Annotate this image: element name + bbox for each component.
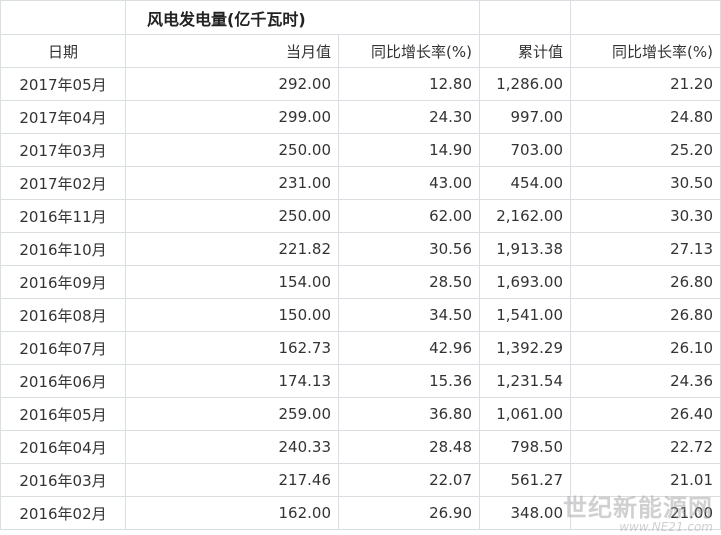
row-monthly-value: 231.00 — [125, 166, 339, 200]
table-row: 2017年03月 250.00 14.90 703.00 25.20 — [0, 133, 721, 167]
row-cumulative-value: 798.50 — [479, 430, 572, 464]
header-cumulative-yoy: 同比增长率(%) — [570, 34, 721, 68]
row-cumulative-value: 1,541.00 — [479, 298, 572, 332]
table-row: 2016年06月 174.13 15.36 1,231.54 24.36 — [0, 364, 721, 398]
table-row: 2016年04月 240.33 28.48 798.50 22.72 — [0, 430, 721, 464]
row-date: 2016年08月 — [0, 298, 126, 332]
row-monthly-yoy: 22.07 — [337, 463, 481, 497]
row-cumulative-value: 1,061.00 — [479, 397, 572, 431]
table-body: 风电发电量(亿千瓦时) 日期 当月值 同比增长率(%) 累计值 同比增长率(%)… — [0, 0, 721, 530]
table-row: 2016年05月 259.00 36.80 1,061.00 26.40 — [0, 397, 721, 431]
header-date: 日期 — [0, 34, 126, 68]
title-empty-cell — [479, 0, 572, 35]
table-row: 2017年05月 292.00 12.80 1,286.00 21.20 — [0, 67, 721, 101]
row-monthly-value: 240.33 — [125, 430, 339, 464]
row-cumulative-yoy: 22.72 — [570, 430, 721, 464]
row-monthly-value: 250.00 — [125, 133, 339, 167]
page: 风电发电量(亿千瓦时) 日期 当月值 同比增长率(%) 累计值 同比增长率(%)… — [0, 0, 721, 535]
row-monthly-yoy: 42.96 — [337, 331, 481, 365]
row-monthly-value: 162.73 — [125, 331, 339, 365]
row-date: 2016年11月 — [0, 199, 126, 233]
row-cumulative-value: 1,286.00 — [479, 67, 572, 101]
row-monthly-value: 292.00 — [125, 67, 339, 101]
table-row: 2016年08月 150.00 34.50 1,541.00 26.80 — [0, 298, 721, 332]
row-monthly-yoy: 62.00 — [337, 199, 481, 233]
row-monthly-value: 299.00 — [125, 100, 339, 134]
row-cumulative-yoy: 25.20 — [570, 133, 721, 167]
row-monthly-yoy: 28.48 — [337, 430, 481, 464]
table-header-row: 日期 当月值 同比增长率(%) 累计值 同比增长率(%) — [0, 34, 721, 68]
row-monthly-yoy: 12.80 — [337, 67, 481, 101]
row-monthly-yoy: 15.36 — [337, 364, 481, 398]
title-empty-cell — [570, 0, 721, 35]
row-cumulative-yoy: 26.40 — [570, 397, 721, 431]
header-monthly-value: 当月值 — [125, 34, 339, 68]
row-cumulative-value: 454.00 — [479, 166, 572, 200]
row-monthly-value: 174.13 — [125, 364, 339, 398]
row-date: 2017年04月 — [0, 100, 126, 134]
row-monthly-yoy: 34.50 — [337, 298, 481, 332]
row-cumulative-yoy: 21.00 — [570, 496, 721, 530]
row-monthly-value: 217.46 — [125, 463, 339, 497]
row-date: 2017年05月 — [0, 67, 126, 101]
row-monthly-yoy: 14.90 — [337, 133, 481, 167]
row-cumulative-value: 703.00 — [479, 133, 572, 167]
row-cumulative-yoy: 30.30 — [570, 199, 721, 233]
row-monthly-yoy: 43.00 — [337, 166, 481, 200]
row-cumulative-yoy: 21.20 — [570, 67, 721, 101]
row-monthly-yoy: 30.56 — [337, 232, 481, 266]
row-cumulative-yoy: 26.80 — [570, 298, 721, 332]
row-date: 2017年02月 — [0, 166, 126, 200]
row-cumulative-yoy: 26.80 — [570, 265, 721, 299]
row-date: 2017年03月 — [0, 133, 126, 167]
row-monthly-value: 259.00 — [125, 397, 339, 431]
table-row: 2016年10月 221.82 30.56 1,913.38 27.13 — [0, 232, 721, 266]
row-cumulative-value: 1,693.00 — [479, 265, 572, 299]
table-title: 风电发电量(亿千瓦时) — [124, 0, 481, 35]
row-cumulative-yoy: 30.50 — [570, 166, 721, 200]
row-cumulative-yoy: 24.36 — [570, 364, 721, 398]
row-date: 2016年02月 — [0, 496, 126, 530]
row-monthly-value: 154.00 — [125, 265, 339, 299]
row-monthly-yoy: 24.30 — [337, 100, 481, 134]
header-cumulative-value: 累计值 — [479, 34, 572, 68]
row-date: 2016年05月 — [0, 397, 126, 431]
row-date: 2016年07月 — [0, 331, 126, 365]
row-cumulative-value: 1,231.54 — [479, 364, 572, 398]
row-monthly-value: 162.00 — [125, 496, 339, 530]
table-row: 2016年07月 162.73 42.96 1,392.29 26.10 — [0, 331, 721, 365]
row-cumulative-yoy: 24.80 — [570, 100, 721, 134]
row-cumulative-value: 997.00 — [479, 100, 572, 134]
row-monthly-yoy: 28.50 — [337, 265, 481, 299]
row-monthly-value: 250.00 — [125, 199, 339, 233]
header-monthly-yoy: 同比增长率(%) — [337, 34, 481, 68]
table-row: 2016年03月 217.46 22.07 561.27 21.01 — [0, 463, 721, 497]
table-row: 2017年02月 231.00 43.00 454.00 30.50 — [0, 166, 721, 200]
row-date: 2016年03月 — [0, 463, 126, 497]
row-cumulative-value: 1,392.29 — [479, 331, 572, 365]
row-cumulative-value: 1,913.38 — [479, 232, 572, 266]
row-date: 2016年10月 — [0, 232, 126, 266]
table-row: 2016年11月 250.00 62.00 2,162.00 30.30 — [0, 199, 721, 233]
row-cumulative-yoy: 26.10 — [570, 331, 721, 365]
row-cumulative-value: 2,162.00 — [479, 199, 572, 233]
row-date: 2016年06月 — [0, 364, 126, 398]
row-date: 2016年04月 — [0, 430, 126, 464]
row-date: 2016年09月 — [0, 265, 126, 299]
row-monthly-yoy: 36.80 — [337, 397, 481, 431]
title-empty-cell — [0, 0, 126, 35]
row-cumulative-value: 561.27 — [479, 463, 572, 497]
table-row: 2016年02月 162.00 26.90 348.00 21.00 — [0, 496, 721, 530]
wind-power-table: 风电发电量(亿千瓦时) 日期 当月值 同比增长率(%) 累计值 同比增长率(%)… — [0, 0, 721, 530]
row-monthly-value: 221.82 — [125, 232, 339, 266]
table-row: 2017年04月 299.00 24.30 997.00 24.80 — [0, 100, 721, 134]
row-monthly-yoy: 26.90 — [337, 496, 481, 530]
table-row: 2016年09月 154.00 28.50 1,693.00 26.80 — [0, 265, 721, 299]
table-title-row: 风电发电量(亿千瓦时) — [0, 0, 721, 35]
row-cumulative-yoy: 21.01 — [570, 463, 721, 497]
row-cumulative-value: 348.00 — [479, 496, 572, 530]
row-cumulative-yoy: 27.13 — [570, 232, 721, 266]
row-monthly-value: 150.00 — [125, 298, 339, 332]
